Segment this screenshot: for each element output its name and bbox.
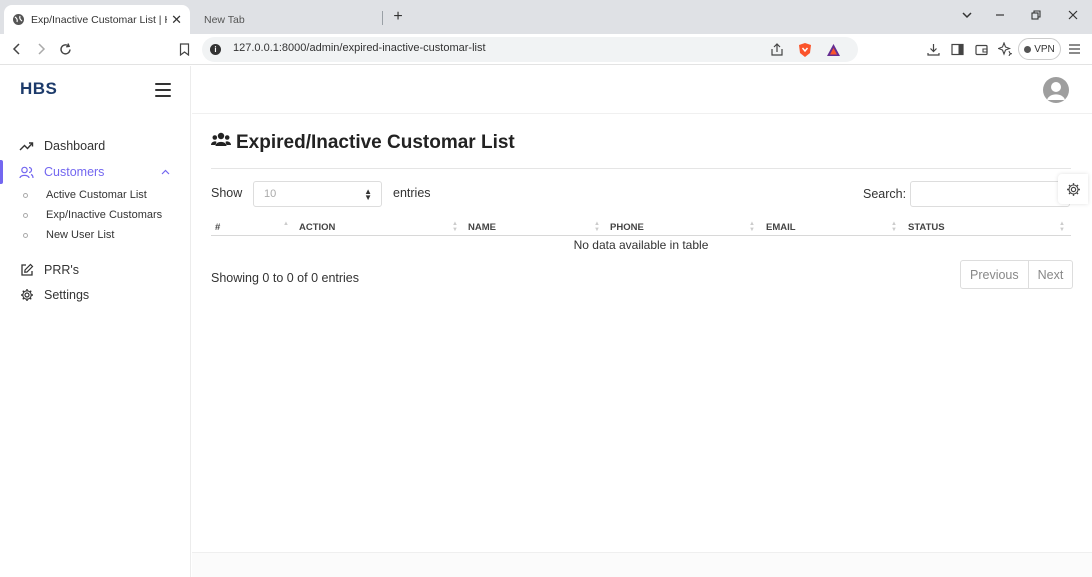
trending-up-icon <box>19 139 34 154</box>
page-title: Expired/Inactive Customar List <box>211 132 515 154</box>
page-title-text: Expired/Inactive Customar List <box>236 132 515 153</box>
users-icon <box>211 132 231 154</box>
sidebar-item-customers[interactable]: Customers <box>0 160 190 184</box>
close-window-icon[interactable] <box>1065 9 1081 25</box>
vpn-status-icon <box>1024 45 1032 53</box>
entries-length-select[interactable]: 10 ▲ ▼ <box>253 181 382 207</box>
minimize-icon[interactable] <box>992 9 1008 25</box>
sidebar-item-label: Settings <box>44 288 90 302</box>
sort-icon: ▲ ▼ <box>1059 221 1065 233</box>
app-footer <box>192 552 1092 577</box>
entries-length-value: 10 <box>264 188 277 200</box>
column-header-status[interactable]: STATUS <box>908 222 945 233</box>
sidebar-item-label: Customers <box>44 165 105 179</box>
brave-rewards-icon[interactable] <box>825 42 841 58</box>
url-text: 127.0.0.1:8000/admin/expired-inactive-cu… <box>233 42 486 54</box>
sort-icon: ▲ ▼ <box>452 221 458 233</box>
vpn-label: VPN <box>1034 43 1055 55</box>
brand-logo[interactable]: HBS <box>20 79 57 99</box>
tab-separator <box>382 11 383 25</box>
sidebar-subitem-exp-inactive-customars[interactable]: Exp/Inactive Customars <box>0 206 190 224</box>
edit-icon <box>19 263 34 278</box>
search-label: Search: <box>863 187 907 201</box>
avatar[interactable] <box>1043 77 1069 103</box>
column-header-number[interactable]: # <box>215 222 220 233</box>
data-table: # ▲ ACTION ▲ ▼ NAME ▲ ▼ PHONE ▲ ▼ EMAIL ▲ ▼ … <box>211 218 1071 252</box>
leo-ai-icon[interactable] <box>997 41 1013 57</box>
back-icon[interactable] <box>8 40 26 58</box>
tab-title: Exp/Inactive Customar List | HBS <box>31 13 167 26</box>
tab-title: New Tab <box>204 13 245 26</box>
sidebar-item-prrs[interactable]: PRR's <box>0 259 190 281</box>
bookmark-icon[interactable] <box>175 40 193 58</box>
sidebar-item-settings[interactable]: Settings <box>0 284 190 306</box>
app-topbar <box>192 66 1092 114</box>
sidebar: HBS Dashboard Customers Active Customar … <box>0 66 191 577</box>
users-icon <box>19 165 34 180</box>
main-content: Expired/Inactive Customar List Show 10 ▲… <box>192 114 1092 552</box>
browser-toolbar: i 127.0.0.1:8000/admin/expired-inactive-… <box>0 34 1092 65</box>
close-tab-icon[interactable]: ✕ <box>171 12 182 28</box>
bullet-icon <box>23 232 28 238</box>
sidebar-subitem-new-user-list[interactable]: New User List <box>0 226 190 244</box>
tab-active[interactable]: Exp/Inactive Customar List | HBS ✕ <box>4 5 190 34</box>
select-arrows-icon: ▲ ▼ <box>364 187 372 202</box>
divider <box>211 168 1071 169</box>
column-header-action[interactable]: ACTION <box>299 222 335 233</box>
sidebar-subitem-label: Active Customar List <box>46 189 147 201</box>
menu-toggle-icon[interactable] <box>155 83 171 97</box>
sidebar-subitem-label: New User List <box>46 229 115 241</box>
sort-icon: ▲ <box>283 221 289 227</box>
next-page-button[interactable]: Next <box>1027 261 1073 288</box>
table-empty-message: No data available in table <box>573 238 709 252</box>
vpn-button[interactable]: VPN <box>1018 38 1061 60</box>
sidebar-subitem-label: Exp/Inactive Customars <box>46 209 163 221</box>
address-bar[interactable]: i 127.0.0.1:8000/admin/expired-inactive-… <box>202 37 858 62</box>
sidebar-toggle-icon[interactable] <box>949 41 965 57</box>
tab-search-icon[interactable] <box>959 9 975 25</box>
site-info-icon[interactable]: i <box>210 44 221 55</box>
column-header-name[interactable]: NAME <box>468 222 496 233</box>
search-input[interactable] <box>910 181 1070 207</box>
download-icon[interactable] <box>925 41 941 57</box>
tab-new[interactable]: New Tab <box>194 5 382 34</box>
bullet-icon <box>23 192 28 198</box>
entries-label: entries <box>393 186 431 200</box>
sidebar-item-label: Dashboard <box>44 139 106 153</box>
table-info: Showing 0 to 0 of 0 entries <box>211 271 360 285</box>
column-header-email[interactable]: EMAIL <box>766 222 796 233</box>
sort-icon: ▲ ▼ <box>891 221 897 233</box>
browser-tab-bar: Exp/Inactive Customar List | HBS ✕ New T… <box>0 0 1092 34</box>
new-tab-button[interactable]: + <box>389 8 407 26</box>
sidebar-item-label: PRR's <box>44 263 80 277</box>
sidebar-subitem-active-customar-list[interactable]: Active Customar List <box>0 186 190 204</box>
sidebar-item-dashboard[interactable]: Dashboard <box>0 135 190 157</box>
globe-icon <box>12 13 25 26</box>
brave-shield-icon[interactable] <box>797 42 813 58</box>
table-header: # ▲ ACTION ▲ ▼ NAME ▲ ▼ PHONE ▲ ▼ EMAIL ▲ ▼ … <box>211 218 1071 236</box>
column-header-phone[interactable]: PHONE <box>610 222 644 233</box>
share-icon[interactable] <box>769 42 785 58</box>
chevron-up-icon[interactable] <box>160 167 170 177</box>
sort-icon: ▲ ▼ <box>594 221 600 233</box>
previous-page-button[interactable]: Previous <box>961 261 1028 288</box>
customizer-gear-icon[interactable] <box>1058 174 1088 204</box>
bullet-icon <box>23 212 28 218</box>
browser-menu-icon[interactable] <box>1066 41 1082 57</box>
show-label: Show <box>211 186 243 200</box>
forward-icon[interactable] <box>32 40 50 58</box>
reload-icon[interactable] <box>56 40 74 58</box>
gear-icon <box>19 288 34 303</box>
sort-icon: ▲ ▼ <box>749 221 755 233</box>
wallet-icon[interactable] <box>973 41 989 57</box>
restore-icon[interactable] <box>1028 9 1044 25</box>
pagination: Previous Next <box>960 260 1074 289</box>
